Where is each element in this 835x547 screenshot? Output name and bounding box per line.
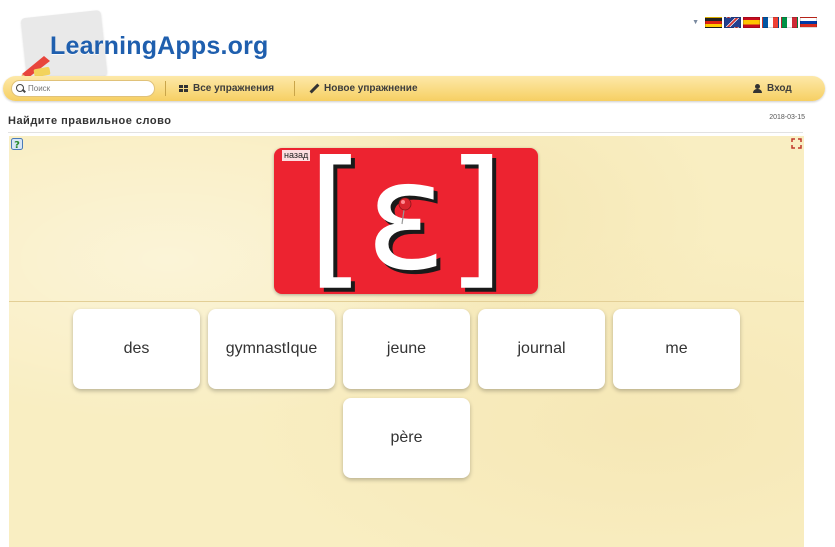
fullscreen-icon[interactable] [791,138,802,149]
word-tile[interactable]: père [343,398,470,478]
search-icon [16,84,25,93]
word-tile[interactable]: me [613,309,740,389]
search-box[interactable] [11,80,155,97]
pushpin-highlight [401,200,405,204]
all-exercises-label: Все упражнения [193,83,275,94]
logo-text: LearningApps.org [50,32,269,60]
new-exercise-link[interactable]: Новое упражнение [310,81,418,96]
game-area: ? [ɛ] [ɛ] назад des gymnastIque jeune jo… [9,136,804,547]
nav-separator [294,81,295,96]
logo[interactable]: LearningApps.org [10,8,300,85]
page-date: 2018-03-15 [769,114,805,121]
pushpin-icon [398,197,412,211]
word-tile[interactable]: des [73,309,200,389]
search-input[interactable] [28,84,148,93]
site-header: LearningApps.org ▼ [0,0,835,85]
word-tile[interactable]: journal [478,309,605,389]
login-label: Вход [767,83,792,94]
dropdown-caret-icon[interactable]: ▼ [692,19,699,26]
ipa-symbol-graphic: [ɛ] [ɛ] [307,148,509,294]
de-flag-icon[interactable] [705,16,722,28]
new-exercise-label: Новое упражнение [324,83,418,94]
pencil-icon [310,84,319,93]
fr-flag-icon[interactable] [762,16,779,28]
language-selector[interactable]: ▼ [692,16,817,28]
ipa-symbol-text: [ɛ] [307,148,505,294]
help-icon[interactable]: ? [11,138,23,150]
it-flag-icon[interactable] [781,16,798,28]
all-exercises-link[interactable]: Все упражнения [179,81,274,96]
svg-text:?: ? [14,140,20,150]
grid-icon [179,85,188,92]
ru-flag-icon[interactable] [800,16,817,28]
uk-flag-icon[interactable] [724,16,741,28]
word-tile[interactable]: jeune [343,309,470,389]
nav-separator [165,81,166,96]
pencil-logo-icon [21,56,51,78]
title-divider [8,132,803,133]
word-tile[interactable]: gymnastIque [208,309,335,389]
section-divider [9,301,804,302]
sound-card: [ɛ] [ɛ] назад [274,148,538,294]
nav-bar: Все упражнения Новое упражнение Вход [3,76,825,101]
user-icon [753,84,762,93]
back-button[interactable]: назад [282,150,311,161]
page-title: Найдите правильное слово [8,115,172,127]
login-link[interactable]: Вход [753,81,792,96]
es-flag-icon[interactable] [743,16,760,28]
